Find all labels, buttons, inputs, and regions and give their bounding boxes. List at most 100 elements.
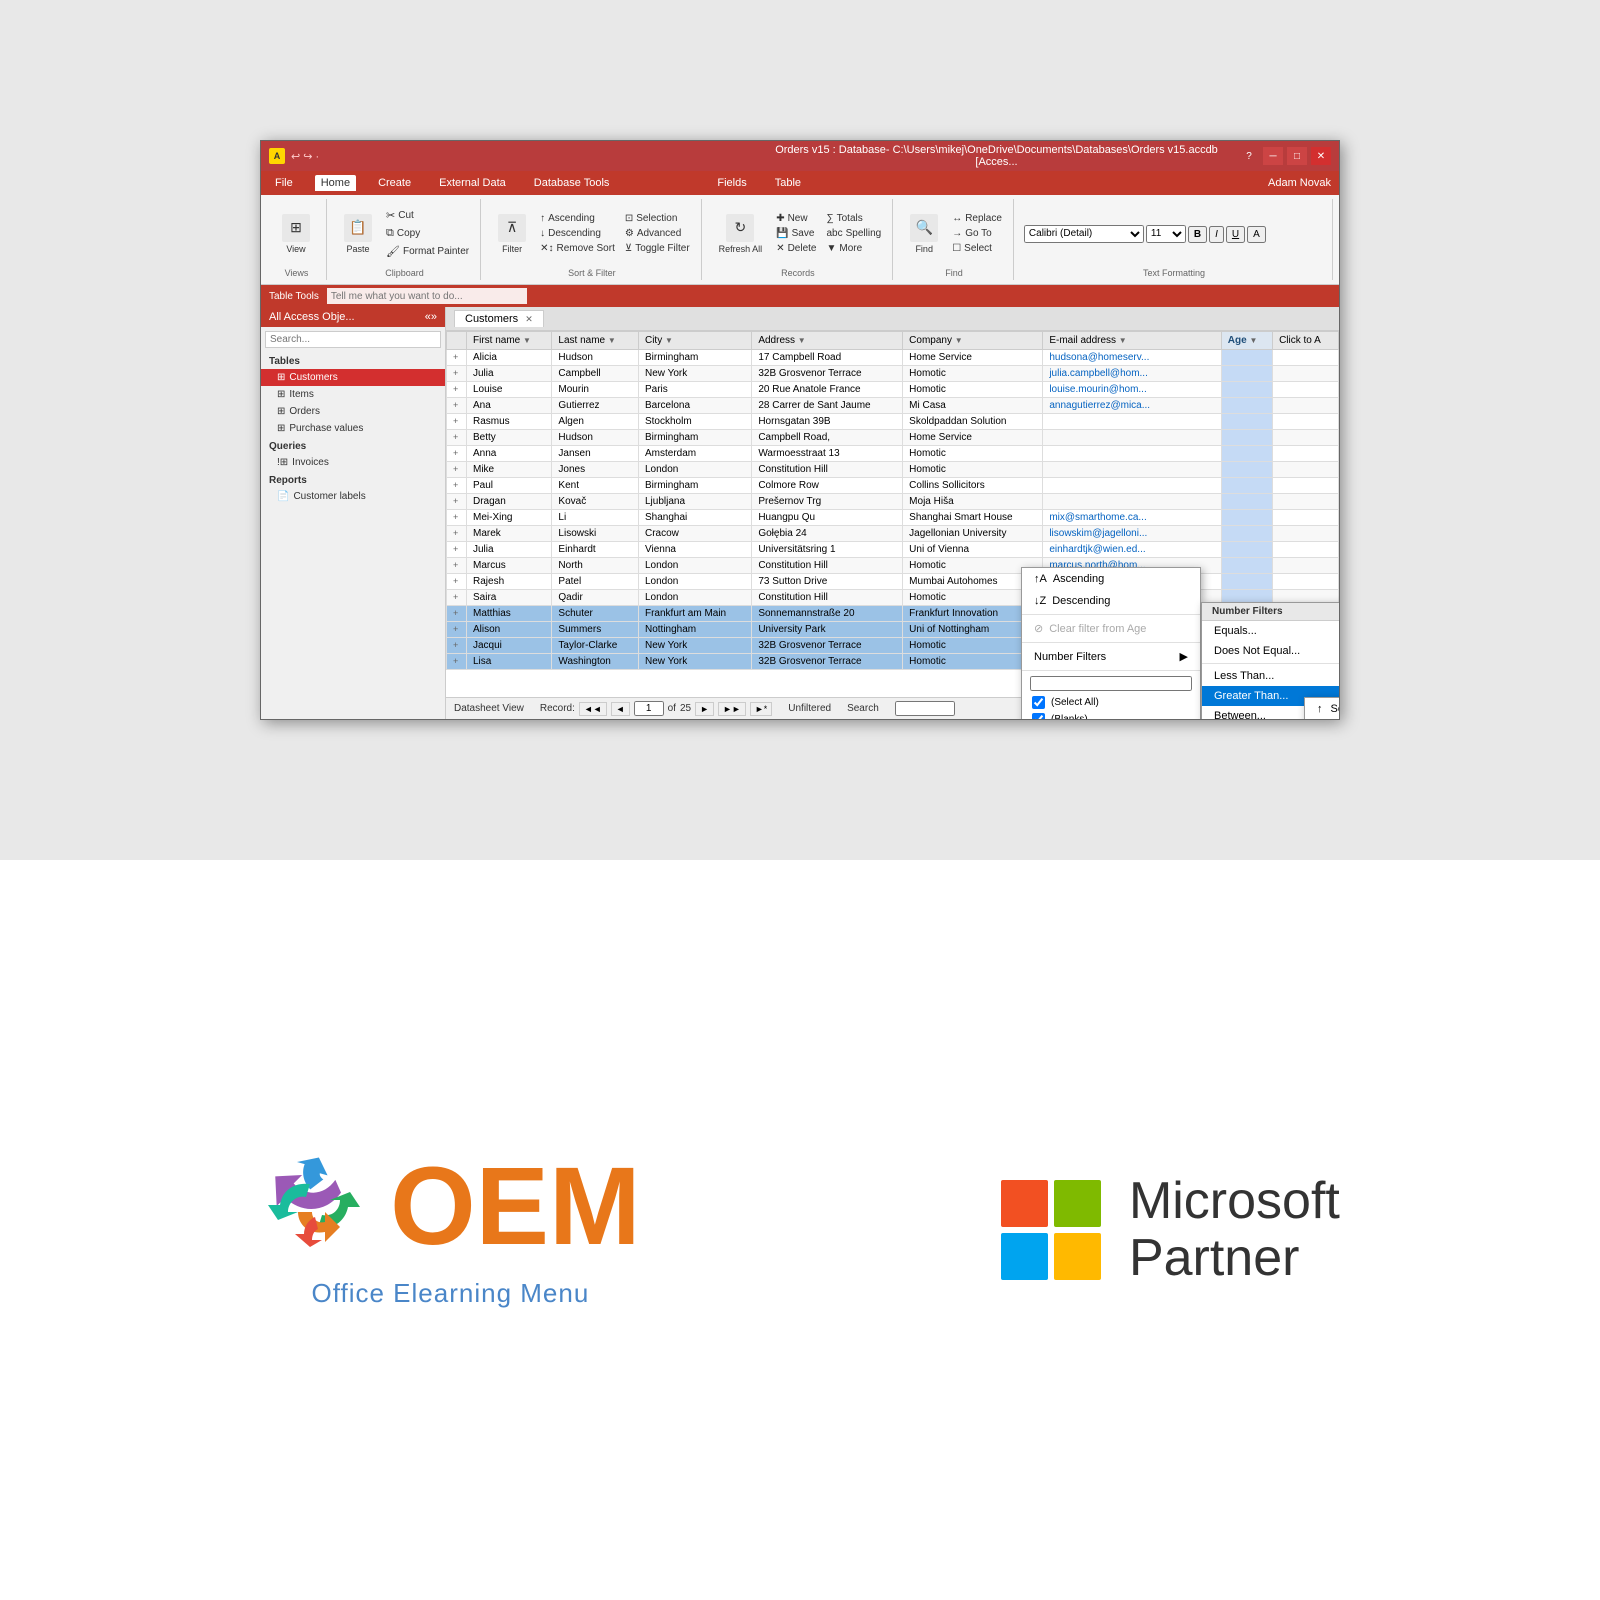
menu-fields[interactable]: Fields xyxy=(711,175,752,191)
new-record-btn[interactable]: ►* xyxy=(750,702,772,716)
customers-tab[interactable]: Customers ✕ xyxy=(454,310,544,327)
menu-file[interactable]: File xyxy=(269,175,299,191)
col-firstname-header[interactable]: First name ▼ xyxy=(467,332,552,350)
nav-search[interactable] xyxy=(265,331,441,348)
row-expand-btn[interactable]: + xyxy=(453,448,458,458)
italic-button[interactable]: I xyxy=(1209,226,1224,243)
new-button[interactable]: ✚ New xyxy=(773,212,819,225)
find-button[interactable]: 🔍 Find xyxy=(903,209,945,259)
row-expand-btn[interactable]: + xyxy=(453,432,458,442)
row-expand-btn[interactable]: + xyxy=(453,608,458,618)
select-all-checkbox[interactable] xyxy=(1032,696,1045,709)
filter-search-input[interactable] xyxy=(1030,676,1192,691)
delete-button[interactable]: ✕ Delete xyxy=(773,242,819,255)
refresh-all-button[interactable]: ↻ Refresh All xyxy=(712,209,770,259)
next-record-btn[interactable]: ► xyxy=(695,702,714,716)
spelling-button[interactable]: abc Spelling xyxy=(823,227,884,240)
sort-smallest-item[interactable]: ↑ Sort Smallest to Largest xyxy=(1305,698,1339,719)
col-company-header[interactable]: Company ▼ xyxy=(903,332,1043,350)
nav-customer-labels[interactable]: 📄 Customer labels xyxy=(261,488,445,505)
less-than-item[interactable]: Less Than... xyxy=(1202,666,1339,686)
row-expand-btn[interactable]: + xyxy=(453,640,458,650)
select-button[interactable]: ☐ Select xyxy=(949,242,1005,255)
row-expand-btn[interactable]: + xyxy=(453,656,458,666)
row-expand-btn[interactable]: + xyxy=(453,400,458,410)
prev-record-btn[interactable]: ◄ xyxy=(611,702,630,716)
col-email-header[interactable]: E-mail address ▼ xyxy=(1043,332,1221,350)
col-address-header[interactable]: Address ▼ xyxy=(752,332,903,350)
close-button[interactable]: ✕ xyxy=(1311,147,1331,165)
goto-button[interactable]: → Go To xyxy=(949,227,1005,240)
underline-button[interactable]: U xyxy=(1226,226,1245,243)
copy-button[interactable]: ⧉ Copy xyxy=(383,226,472,241)
blanks-checkbox[interactable] xyxy=(1032,713,1045,719)
row-expand-btn[interactable]: + xyxy=(453,416,458,426)
selection-button[interactable]: ⊡ Selection xyxy=(622,212,693,225)
nav-customers[interactable]: ⊞ Customers xyxy=(261,369,445,386)
row-expand-btn[interactable]: + xyxy=(453,512,458,522)
tell-me-input[interactable] xyxy=(327,288,527,304)
sort-desc-item[interactable]: ↓Z Descending xyxy=(1022,590,1200,612)
totals-button[interactable]: ∑ Totals xyxy=(823,212,884,225)
advanced-button[interactable]: ⚙ Advanced xyxy=(622,227,693,240)
col-age-header[interactable]: Age ▼ xyxy=(1221,332,1272,350)
paste-button[interactable]: 📋 Paste xyxy=(337,209,379,259)
nav-items[interactable]: ⊞ Items xyxy=(261,386,445,403)
row-expand-btn[interactable]: + xyxy=(453,560,458,570)
save-button[interactable]: 💾 Save xyxy=(773,227,819,240)
nav-collapse-btn[interactable]: «» xyxy=(425,311,437,323)
format-painter-button[interactable]: 🖌 Format Painter xyxy=(383,244,472,259)
col-clickto-header[interactable]: Click to A xyxy=(1273,332,1339,350)
select-all-checkbox-row[interactable]: (Select All) xyxy=(1022,694,1200,711)
equals-item[interactable]: Equals... xyxy=(1202,621,1339,641)
row-expand-btn[interactable]: + xyxy=(453,528,458,538)
row-expand-btn[interactable]: + xyxy=(453,480,458,490)
minimize-button[interactable]: ─ xyxy=(1263,147,1283,165)
menu-create[interactable]: Create xyxy=(372,175,417,191)
ascending-button[interactable]: ↑ Ascending xyxy=(537,212,618,225)
restore-button[interactable]: □ xyxy=(1287,147,1307,165)
blanks-checkbox-row[interactable]: (Blanks) xyxy=(1022,711,1200,719)
row-expand-btn[interactable]: + xyxy=(453,592,458,602)
filter-button[interactable]: ⊼ Filter xyxy=(491,209,533,259)
replace-button[interactable]: ↔ Replace xyxy=(949,212,1005,225)
row-expand-btn[interactable]: + xyxy=(453,544,458,554)
bold-button[interactable]: B xyxy=(1188,226,1207,243)
size-selector[interactable]: 11 xyxy=(1146,225,1186,243)
last-record-btn[interactable]: ►► xyxy=(718,702,746,716)
row-expand-btn[interactable]: + xyxy=(453,576,458,586)
descending-button[interactable]: ↓ Descending xyxy=(537,227,618,240)
font-selector[interactable]: Calibri (Detail) xyxy=(1024,225,1144,243)
toggle-filter-button[interactable]: ⊻ Toggle Filter xyxy=(622,242,693,255)
menu-database-tools[interactable]: Database Tools xyxy=(528,175,616,191)
more-button[interactable]: ▼ More xyxy=(823,242,884,255)
search-input[interactable] xyxy=(895,701,955,716)
help-button[interactable]: ? xyxy=(1239,147,1259,165)
nav-purchase-values[interactable]: ⊞ Purchase values xyxy=(261,420,445,437)
remove-sort-button[interactable]: ✕↕ Remove Sort xyxy=(537,242,618,255)
col-lastname-header[interactable]: Last name ▼ xyxy=(552,332,639,350)
row-expand-btn[interactable]: + xyxy=(453,464,458,474)
first-record-btn[interactable]: ◄◄ xyxy=(579,702,607,716)
current-record-input[interactable] xyxy=(634,701,664,716)
clear-filter-item[interactable]: ⊘ Clear filter from Age xyxy=(1022,617,1200,640)
not-equal-item[interactable]: Does Not Equal... xyxy=(1202,641,1339,661)
col-city-header[interactable]: City ▼ xyxy=(638,332,751,350)
menu-table[interactable]: Table xyxy=(769,175,807,191)
close-tab-btn[interactable]: ✕ xyxy=(525,314,533,324)
nav-orders[interactable]: ⊞ Orders xyxy=(261,403,445,420)
highlight-button[interactable]: A xyxy=(1247,226,1266,243)
view-button[interactable]: ⊞ View xyxy=(275,209,317,259)
cut-button[interactable]: ✂ Cut xyxy=(383,208,472,223)
menu-external-data[interactable]: External Data xyxy=(433,175,512,191)
nav-invoices[interactable]: !⊞ Invoices xyxy=(261,454,445,471)
row-expand-btn[interactable]: + xyxy=(453,496,458,506)
menu-home[interactable]: Home xyxy=(315,175,356,191)
sort-asc-item[interactable]: ↑A Ascending xyxy=(1022,568,1200,590)
row-expand-btn[interactable]: + xyxy=(453,352,458,362)
row-expand-btn[interactable]: + xyxy=(453,368,458,378)
table-row: +RasmusAlgenStockholmHornsgatan 39BSkold… xyxy=(447,414,1339,430)
number-filters-item[interactable]: Number Filters ▶ xyxy=(1022,645,1200,668)
row-expand-btn[interactable]: + xyxy=(453,624,458,634)
row-expand-btn[interactable]: + xyxy=(453,384,458,394)
